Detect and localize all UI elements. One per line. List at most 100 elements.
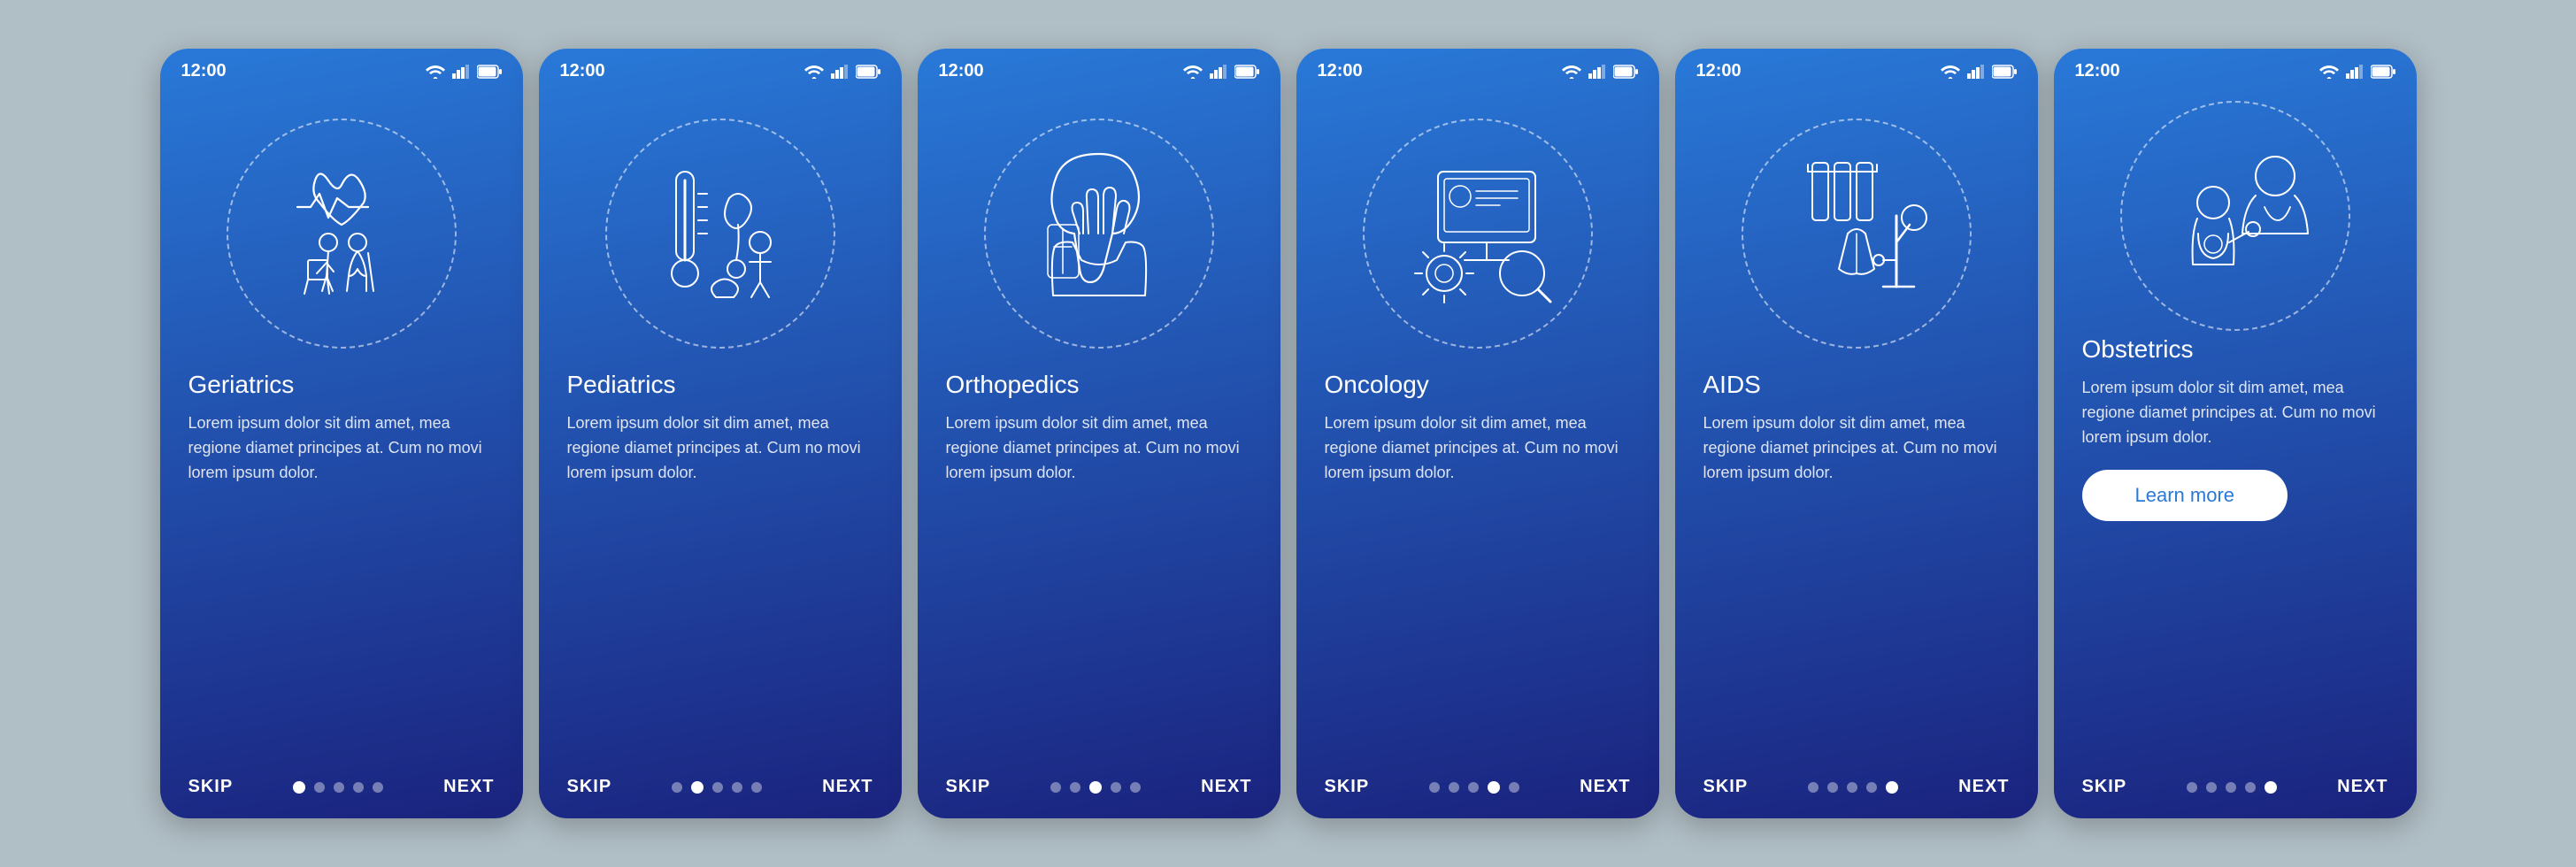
signal-icon-6 (2346, 65, 2364, 79)
signal-icon-1 (452, 65, 470, 79)
dot-3-2 (1089, 781, 1102, 794)
skip-button-1[interactable]: SKIP (188, 777, 234, 797)
aids-icon (1759, 136, 1954, 331)
dashed-circle-6 (2120, 101, 2350, 331)
wifi-icon-6 (2319, 65, 2339, 79)
signal-icon-5 (1967, 65, 1985, 79)
dot-1-1 (314, 782, 325, 793)
status-bar-3: 12:00 (918, 49, 1280, 87)
signal-icon-4 (1588, 65, 1606, 79)
dot-4-0 (1429, 782, 1440, 793)
battery-icon-6 (2371, 65, 2395, 79)
dot-3-0 (1050, 782, 1061, 793)
wifi-icon-3 (1183, 65, 1203, 79)
battery-icon-5 (1992, 65, 2017, 79)
dashed-circle-2 (605, 119, 835, 349)
dots-6 (2187, 781, 2277, 794)
skip-button-4[interactable]: SKIP (1325, 777, 1370, 797)
dot-1-4 (373, 782, 383, 793)
battery-icon-1 (477, 65, 502, 79)
wifi-icon-5 (1941, 65, 1960, 79)
body-aids: Lorem ipsum dolor sit dim amet, mea regi… (1703, 411, 2010, 486)
title-obstetrics: Obstetrics (2082, 335, 2388, 364)
illustration-obstetrics (2054, 87, 2417, 335)
pediatrics-icon (623, 136, 818, 331)
dots-3 (1050, 781, 1141, 794)
dots-2 (672, 781, 762, 794)
oncology-icon (1380, 136, 1575, 331)
skip-button-6[interactable]: SKIP (2082, 777, 2127, 797)
next-button-6[interactable]: NEXT (2337, 777, 2388, 797)
battery-icon-3 (1234, 65, 1259, 79)
dot-6-4 (2265, 781, 2277, 794)
screen-obstetrics: 12:00 (2054, 49, 2417, 818)
dot-3-1 (1070, 782, 1080, 793)
skip-button-3[interactable]: SKIP (946, 777, 991, 797)
learn-more-button[interactable]: Learn more (2082, 470, 2288, 521)
body-geriatrics: Lorem ipsum dolor sit dim amet, mea regi… (188, 411, 495, 486)
wifi-icon-2 (804, 65, 824, 79)
status-icons-4 (1562, 65, 1638, 79)
illustration-oncology (1296, 87, 1659, 371)
status-icons-1 (426, 65, 502, 79)
dot-5-1 (1827, 782, 1838, 793)
battery-icon-4 (1613, 65, 1638, 79)
illustration-aids (1675, 87, 2038, 371)
dots-5 (1808, 781, 1898, 794)
next-button-4[interactable]: NEXT (1580, 777, 1630, 797)
dots-1 (293, 781, 383, 794)
skip-button-2[interactable]: SKIP (567, 777, 612, 797)
next-button-3[interactable]: NEXT (1201, 777, 1251, 797)
content-orthopedics: Orthopedics Lorem ipsum dolor sit dim am… (918, 371, 1280, 486)
content-pediatrics: Pediatrics Lorem ipsum dolor sit dim ame… (539, 371, 902, 486)
next-button-1[interactable]: NEXT (443, 777, 494, 797)
next-button-2[interactable]: NEXT (822, 777, 873, 797)
bottom-nav-5: SKIP NEXT (1675, 761, 2038, 818)
dot-3-3 (1111, 782, 1121, 793)
dot-1-0 (293, 781, 305, 794)
screen-pediatrics: 12:00 (539, 49, 902, 818)
screen-geriatrics: 12:00 (160, 49, 523, 818)
signal-icon-2 (831, 65, 849, 79)
content-geriatrics: Geriatrics Lorem ipsum dolor sit dim ame… (160, 371, 523, 486)
screen-aids: 12:00 (1675, 49, 2038, 818)
dot-5-2 (1847, 782, 1857, 793)
title-orthopedics: Orthopedics (946, 371, 1252, 399)
time-3: 12:00 (939, 61, 984, 81)
screen-orthopedics: 12:00 (918, 49, 1280, 818)
time-5: 12:00 (1696, 61, 1742, 81)
time-1: 12:00 (181, 61, 227, 81)
status-bar-2: 12:00 (539, 49, 902, 87)
bottom-nav-4: SKIP NEXT (1296, 761, 1659, 818)
content-oncology: Oncology Lorem ipsum dolor sit dim amet,… (1296, 371, 1659, 486)
body-oncology: Lorem ipsum dolor sit dim amet, mea regi… (1325, 411, 1631, 486)
dot-1-3 (353, 782, 364, 793)
dot-5-3 (1866, 782, 1877, 793)
title-oncology: Oncology (1325, 371, 1631, 399)
title-geriatrics: Geriatrics (188, 371, 495, 399)
status-bar-4: 12:00 (1296, 49, 1659, 87)
status-bar-6: 12:00 (2054, 49, 2417, 87)
bottom-nav-2: SKIP NEXT (539, 761, 902, 818)
dot-6-2 (2226, 782, 2236, 793)
dot-2-2 (712, 782, 723, 793)
dot-2-4 (751, 782, 762, 793)
dashed-circle-5 (1742, 119, 1972, 349)
dashed-circle-1 (227, 119, 457, 349)
dot-4-2 (1468, 782, 1479, 793)
body-pediatrics: Lorem ipsum dolor sit dim amet, mea regi… (567, 411, 873, 486)
skip-button-5[interactable]: SKIP (1703, 777, 1749, 797)
wifi-icon-4 (1562, 65, 1581, 79)
dot-6-1 (2206, 782, 2217, 793)
obstetrics-icon (2138, 119, 2333, 313)
orthopedics-icon (1002, 136, 1196, 331)
screen-oncology: 12:00 (1296, 49, 1659, 818)
dot-2-1 (691, 781, 704, 794)
body-orthopedics: Lorem ipsum dolor sit dim amet, mea regi… (946, 411, 1252, 486)
bottom-nav-1: SKIP NEXT (160, 761, 523, 818)
next-button-5[interactable]: NEXT (1958, 777, 2009, 797)
wifi-icon-1 (426, 65, 445, 79)
bottom-nav-6: SKIP NEXT (2054, 761, 2417, 818)
dashed-circle-3 (984, 119, 1214, 349)
title-pediatrics: Pediatrics (567, 371, 873, 399)
